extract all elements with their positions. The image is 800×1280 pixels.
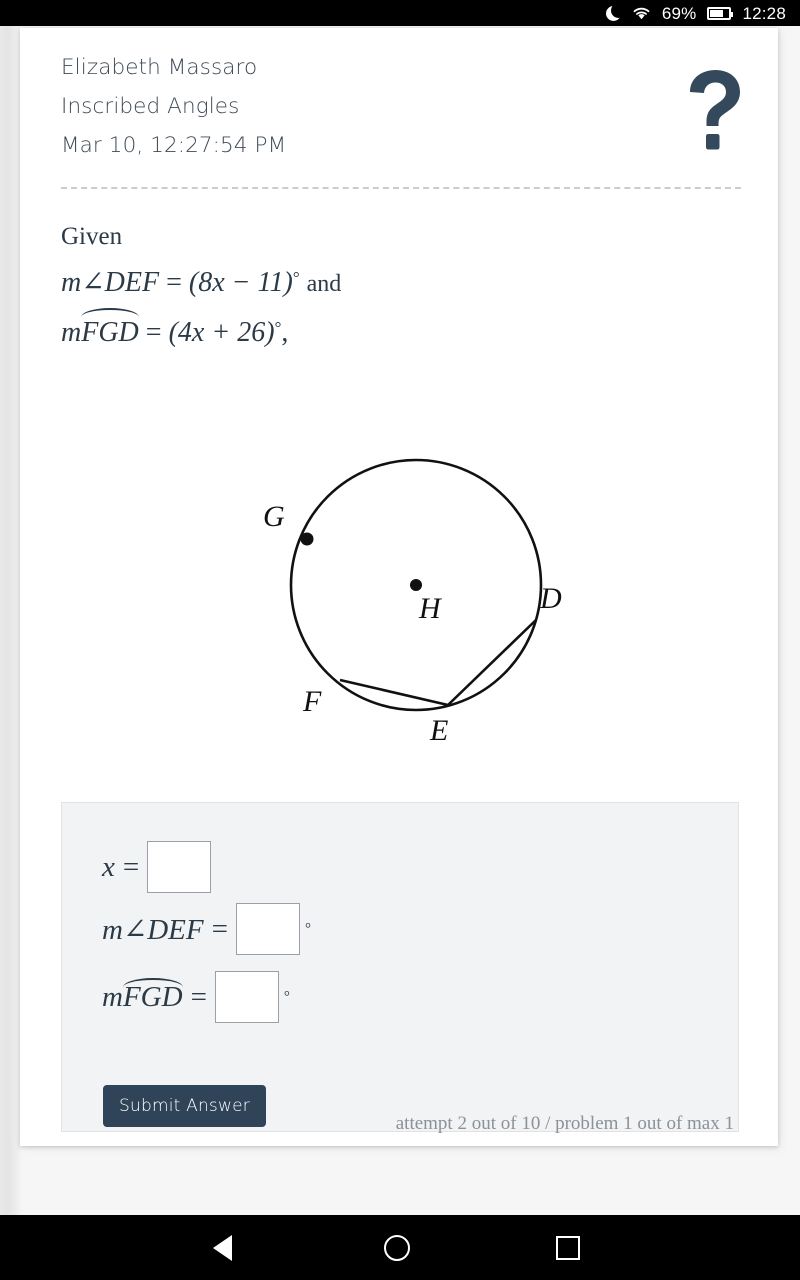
answer-input-mfgd[interactable] xyxy=(214,971,279,1023)
answer-label-mfgd-prefix: m xyxy=(102,980,123,1013)
problem-statement: Given m∠DEF = (8x − 11)° and m FGD = (4x … xyxy=(61,218,741,355)
question-mark-icon[interactable] xyxy=(680,68,750,153)
equation-1-lhs: m∠DEF xyxy=(61,267,160,298)
header-divider xyxy=(61,187,741,189)
equation-2-equals: = xyxy=(145,317,162,348)
label-h: H xyxy=(418,592,443,625)
home-icon[interactable] xyxy=(384,1234,410,1261)
clock-label: 12:28 xyxy=(742,3,786,23)
status-bar: 69% 12:28 xyxy=(0,0,800,26)
answer-arc-overbar-icon xyxy=(122,977,183,989)
answer-input-x[interactable] xyxy=(147,841,212,893)
equation-2-arc: FGD xyxy=(81,317,139,348)
submit-answer-button[interactable]: Submit Answer xyxy=(103,1085,266,1127)
answer-equals-mdef: = xyxy=(211,912,228,945)
answer-panel: x = m∠DEF = ° m FGD = ° Submit Answer att… xyxy=(61,802,739,1134)
back-icon[interactable] xyxy=(213,1234,232,1261)
equation-1-degree: ° xyxy=(292,268,300,287)
answer-row-mdef: m∠DEF = ° xyxy=(102,903,311,955)
answer-degree-mfgd: ° xyxy=(283,988,290,1005)
label-f: F xyxy=(302,685,322,718)
given-label: Given xyxy=(61,223,123,250)
assignment-header: Elizabeth Massaro Inscribed Angles Mar 1… xyxy=(61,48,751,165)
equation-1-equals: = xyxy=(166,267,182,298)
problem-equation-1: m∠DEF = (8x − 11)° and xyxy=(61,256,741,306)
battery-icon xyxy=(707,6,734,20)
answer-row-mfgd: m FGD = ° xyxy=(102,971,290,1023)
battery-percent-label: 69% xyxy=(661,3,697,23)
equation-2-rhs: (4x + 26) xyxy=(168,317,275,348)
assignment-title: Inscribed Angles xyxy=(61,94,240,119)
label-e: E xyxy=(429,714,448,747)
equation-2-prefix: m xyxy=(61,317,82,348)
recents-icon[interactable] xyxy=(556,1235,580,1260)
answer-label-mdef: m∠DEF xyxy=(102,913,204,946)
answer-equals-x: = xyxy=(122,850,140,883)
equation-2-trailing: , xyxy=(281,317,289,348)
label-g: G xyxy=(263,500,285,533)
answer-label-x: x xyxy=(102,850,115,883)
worksheet-card: Elizabeth Massaro Inscribed Angles Mar 1… xyxy=(20,28,778,1146)
android-navigation-bar xyxy=(0,1215,800,1280)
point-g-marker xyxy=(300,532,314,546)
answer-row-x: x = xyxy=(102,841,212,893)
wifi-icon xyxy=(632,6,651,20)
student-name: Elizabeth Massaro xyxy=(61,55,258,80)
point-h-marker xyxy=(410,579,422,591)
equation-1-rhs: (8x − 11) xyxy=(188,267,293,298)
answer-degree-mdef: ° xyxy=(304,920,311,937)
moon-icon xyxy=(605,2,626,21)
assignment-timestamp: Mar 10, 12:27:54 PM xyxy=(61,133,287,158)
circle-diagram: G D H F E xyxy=(215,428,575,758)
label-d: D xyxy=(539,582,562,615)
attempt-status-text: attempt 2 out of 10 / problem 1 out of m… xyxy=(395,1113,734,1134)
page-background: Elizabeth Massaro Inscribed Angles Mar 1… xyxy=(0,26,800,1215)
problem-equation-2: m FGD = (4x + 26)°, xyxy=(61,306,741,355)
arc-overbar-icon xyxy=(81,308,139,319)
answer-input-mdef[interactable] xyxy=(235,903,300,955)
answer-equals-mfgd: = xyxy=(190,980,207,1013)
equation-1-conjunction: and xyxy=(306,271,342,297)
